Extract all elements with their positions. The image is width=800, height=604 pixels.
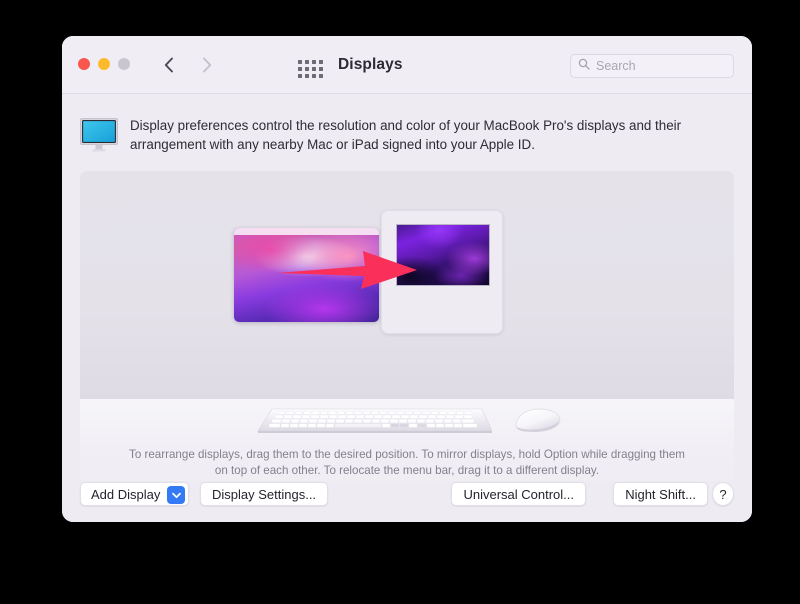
- magic-keyboard-icon: [254, 407, 496, 435]
- display-settings-button[interactable]: Display Settings...: [200, 482, 328, 506]
- menu-bar-strip[interactable]: [234, 228, 379, 235]
- arrangement-hint-text: To rearrange displays, drag them to the …: [122, 447, 692, 479]
- zoom-button[interactable]: [118, 58, 130, 70]
- intro-description: Display preferences control the resoluti…: [130, 116, 720, 154]
- grid-dot: [319, 67, 323, 71]
- wallpaper-built-in: [234, 228, 379, 322]
- display-thumbnail-built-in[interactable]: [234, 228, 379, 322]
- displays-preferences-window: Displays: [62, 36, 752, 522]
- grid-dot: [319, 74, 323, 78]
- peripherals-illustration: [80, 403, 734, 445]
- grid-dot: [305, 74, 309, 78]
- grid-dot: [298, 60, 302, 64]
- grid-dot: [298, 74, 302, 78]
- display-thumbnail-external[interactable]: [396, 224, 490, 286]
- search-icon: [578, 57, 590, 75]
- page-title: Displays: [338, 56, 403, 74]
- search-field[interactable]: [570, 54, 734, 78]
- bottom-button-bar: Add Display Display Settings... Universa…: [80, 482, 734, 508]
- display-settings-label: Display Settings...: [212, 487, 316, 502]
- add-display-button[interactable]: Add Display: [80, 482, 189, 506]
- grid-dot: [319, 60, 323, 64]
- grid-dot: [298, 67, 302, 71]
- wallpaper-external: [397, 225, 489, 285]
- help-label: ?: [719, 487, 726, 502]
- preferences-content: Display preferences control the resoluti…: [62, 94, 752, 522]
- intro-row: Display preferences control the resoluti…: [80, 108, 734, 157]
- universal-control-label: Universal Control...: [463, 487, 574, 502]
- show-all-grid-icon[interactable]: [298, 60, 326, 80]
- night-shift-button[interactable]: Night Shift...: [613, 482, 708, 506]
- grid-dot: [305, 60, 309, 64]
- night-shift-label: Night Shift...: [625, 487, 696, 502]
- navigation-arrows: [158, 52, 218, 78]
- universal-control-button[interactable]: Universal Control...: [451, 482, 586, 506]
- display-arrangement-panel[interactable]: To rearrange displays, drag them to the …: [80, 171, 734, 481]
- grid-dot: [312, 74, 316, 78]
- forward-chevron-icon[interactable]: [196, 52, 218, 78]
- minimize-button[interactable]: [98, 58, 110, 70]
- magic-mouse-icon: [510, 406, 562, 436]
- traffic-lights: [78, 58, 130, 70]
- display-icon: [80, 118, 118, 157]
- grid-dot: [305, 67, 309, 71]
- grid-dot: [312, 67, 316, 71]
- back-chevron-icon[interactable]: [158, 52, 180, 78]
- window-titlebar: Displays: [62, 36, 752, 94]
- display-thumbnail-external-frame[interactable]: [381, 210, 503, 334]
- search-input[interactable]: [596, 59, 726, 73]
- add-display-label: Add Display: [91, 487, 160, 502]
- help-button[interactable]: ?: [712, 482, 734, 506]
- chevron-down-icon[interactable]: [167, 486, 185, 504]
- grid-dot: [312, 60, 316, 64]
- close-button[interactable]: [78, 58, 90, 70]
